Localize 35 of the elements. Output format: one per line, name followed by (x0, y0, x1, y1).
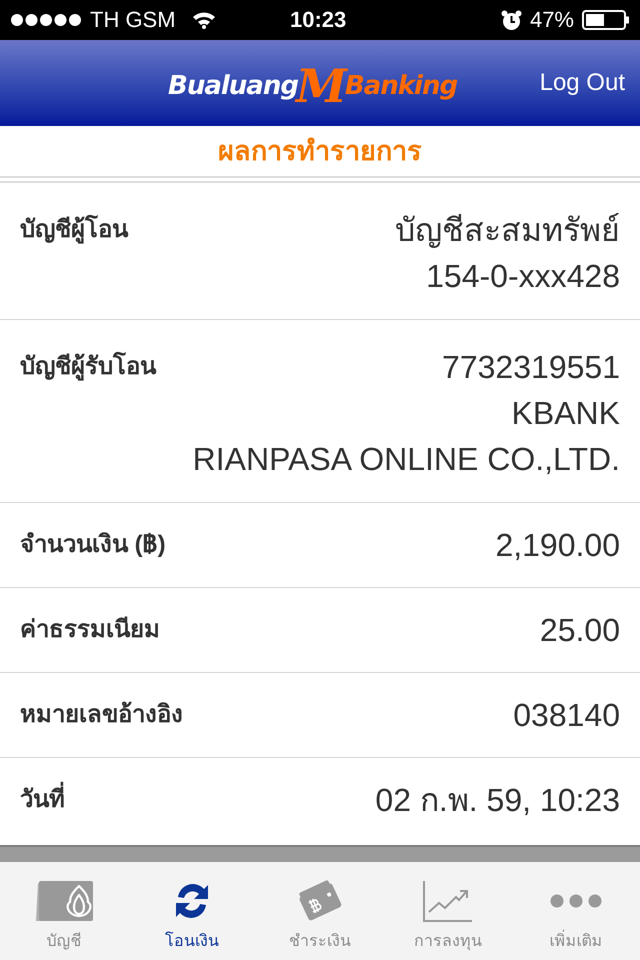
field-value: 02 ก.พ. 59, 10:23 (375, 781, 620, 820)
field-label: บัญชีผู้โอน (20, 214, 128, 246)
field-value: บัญชีสะสมทรัพย์ (395, 211, 620, 250)
logo-text: Banking (344, 71, 458, 101)
more-icon (550, 894, 602, 908)
battery-icon (582, 10, 630, 30)
wifi-icon (192, 11, 216, 29)
tab-item[interactable]: ชำระเงิน (256, 862, 384, 960)
field-value: RIANPASA ONLINE CO.,LTD. (192, 440, 620, 479)
tab-item[interactable]: เพิ่มเติม (512, 862, 640, 960)
line-chart-icon (422, 879, 474, 923)
carrier-text: TH GSM (90, 7, 176, 33)
field-value: 7732319551 (442, 348, 620, 387)
field-value: 25.00 (540, 611, 620, 650)
field-label: หมายเลขอ้างอิง (20, 700, 183, 730)
field-value: 038140 (513, 696, 620, 735)
field-label: บัญชีผู้รับโอน (20, 350, 156, 383)
leaf-card-icon (34, 879, 94, 923)
field-value: 154-0-xxx428 (426, 257, 620, 296)
field-label: ค่าธรรมเนียม (20, 615, 160, 645)
field-label: จำนวนเงิน (฿) (20, 530, 166, 560)
tab-item[interactable]: การลงทุน (384, 862, 512, 960)
tab-item[interactable]: โอนเงิน (128, 862, 256, 960)
status-time: 10:23 (290, 7, 346, 33)
field-value: KBANK (512, 394, 620, 433)
wallet-icon (298, 879, 342, 923)
page-title: ผลการทำรายการ (217, 134, 423, 168)
field-label: วันที่ (20, 777, 65, 823)
field-value: 2,190.00 (495, 526, 620, 565)
logo-mark: M (296, 67, 347, 105)
logout-link[interactable]: Log Out (540, 68, 625, 98)
alarm-icon (500, 10, 522, 30)
signal-icon (10, 13, 82, 27)
tab-item[interactable]: บัญชี (0, 862, 128, 960)
battery-percent: 47% (530, 7, 574, 33)
